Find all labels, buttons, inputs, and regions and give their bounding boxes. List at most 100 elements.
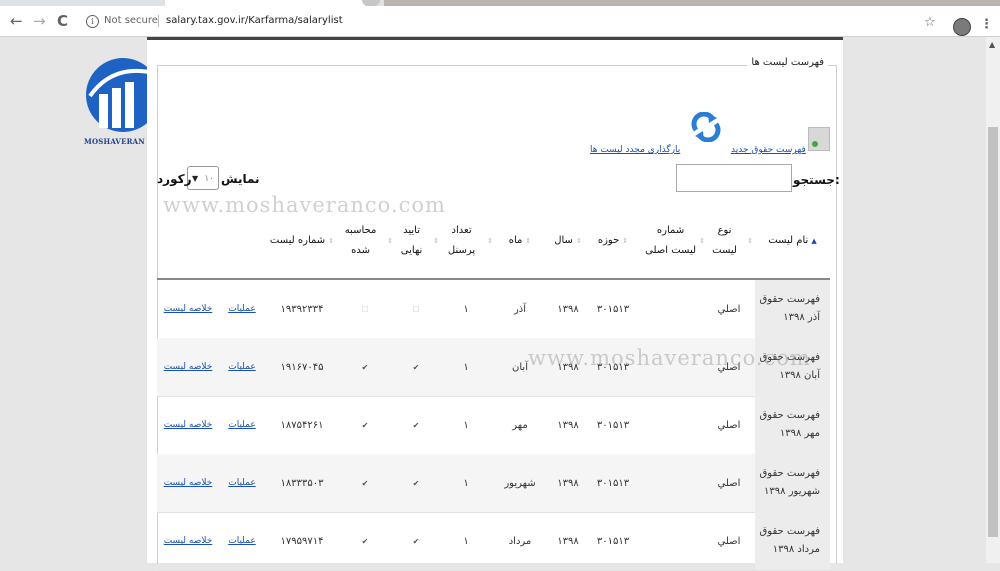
- cell-list-type: اصلي: [717, 419, 741, 431]
- info-icon[interactable]: i: [86, 15, 99, 28]
- cell-personnel: ۱: [463, 361, 469, 373]
- new-list-link[interactable]: فهرست حقوق جدید: [731, 145, 806, 155]
- sort-icon: ⇕: [747, 237, 753, 245]
- final-approval-checkbox: ✔: [393, 396, 439, 454]
- reload-button[interactable]: C: [57, 11, 68, 31]
- sort-icon: ⇕: [487, 237, 493, 245]
- profile-avatar[interactable]: [953, 18, 971, 36]
- operations-link[interactable]: عملیات: [219, 454, 265, 512]
- header-final-approval[interactable]: تایید نهایی ⇕: [393, 204, 439, 278]
- operations-link[interactable]: عملیات: [219, 338, 265, 396]
- cell-list-name: فهرست حقوق مرداد ۱۳۹۸: [755, 512, 830, 570]
- summary-link[interactable]: خلاصه لیست: [157, 338, 219, 396]
- header-zone[interactable]: حوزه ⇕: [589, 204, 637, 278]
- address-bar[interactable]: i Not secure salary.tax.gov.ir/Karfarma/…: [82, 9, 942, 33]
- page-size-value: ۱۰: [204, 174, 214, 184]
- cell-personnel: ۱: [463, 419, 469, 431]
- scroll-thumb[interactable]: [988, 127, 998, 537]
- header-list-number[interactable]: شماره لیست ⇕: [267, 204, 337, 278]
- cell-list-number: ۱۹۱۶۷۰۴۵: [280, 361, 324, 373]
- cell-list-name: فهرست حقوق شهریور ۱۳۹۸: [755, 454, 830, 512]
- fieldset-legend: فهرست لیست ها: [747, 57, 828, 68]
- top-divider: [147, 37, 843, 40]
- show-label: نمایش: [221, 172, 260, 186]
- summary-link[interactable]: خلاصه لیست: [157, 280, 219, 338]
- header-list-name[interactable]: نام لیست ▲: [755, 204, 830, 278]
- final-approval-checkbox: ✔: [393, 512, 439, 570]
- table-row: فهرست حقوق شهریور ۱۳۹۸ اصلي ۳۰۱۵۱۳ ۱۳۹۸ …: [157, 454, 830, 513]
- cell-zone: ۳۰۱۵۱۳: [596, 477, 630, 489]
- final-approval-checkbox: ✔: [393, 454, 439, 512]
- cell-month: شهریور: [504, 477, 536, 489]
- security-label: Not secure: [104, 15, 158, 26]
- checkmark-icon: ✔: [412, 536, 420, 546]
- cell-list-name: فهرست حقوق مهر ۱۳۹۸: [755, 396, 830, 454]
- url-text[interactable]: salary.tax.gov.ir/Karfarma/salarylist: [166, 9, 343, 33]
- operations-link[interactable]: عملیات: [219, 280, 265, 338]
- sort-icon: ⇕: [699, 237, 705, 245]
- header-main-list-no[interactable]: شماره لیست اصلی ⇕: [645, 204, 705, 278]
- computed-checkbox: ✔: [337, 396, 393, 454]
- summary-link-text[interactable]: خلاصه لیست: [164, 420, 213, 430]
- header-year[interactable]: سال ⇕: [547, 204, 589, 278]
- sort-icon: ⇕: [387, 237, 393, 245]
- header-label: تایید نهایی: [400, 225, 423, 256]
- sort-asc-icon: ▲: [811, 237, 817, 245]
- final-approval-checkbox: ✔: [393, 338, 439, 396]
- summary-link[interactable]: خلاصه لیست: [157, 396, 219, 454]
- header-computed[interactable]: محاسبه شده ⇕: [337, 204, 393, 278]
- cell-list-type: اصلي: [717, 535, 741, 547]
- header-month[interactable]: ماه ⇕: [495, 204, 545, 278]
- reload-lists-link[interactable]: بارگذاری مجدد لیست ها: [590, 145, 680, 155]
- operations-link[interactable]: عملیات: [219, 512, 265, 570]
- header-list-type[interactable]: نوع لیست ⇕: [705, 204, 753, 278]
- cell-month: آذر: [513, 303, 527, 315]
- new-list-icon[interactable]: [808, 127, 830, 151]
- header-label: سال: [554, 235, 573, 246]
- sort-icon: ⇕: [575, 237, 582, 245]
- summary-link-text[interactable]: خلاصه لیست: [164, 304, 213, 314]
- header-personnel[interactable]: تعداد پرسنل ⇕: [439, 204, 493, 278]
- summary-link-text[interactable]: خلاصه لیست: [164, 362, 213, 372]
- bookmark-star-icon[interactable]: ☆: [924, 15, 936, 30]
- summary-link[interactable]: خلاصه لیست: [157, 454, 219, 512]
- scroll-up-icon[interactable]: ▲: [989, 40, 995, 49]
- summary-link[interactable]: خلاصه لیست: [157, 512, 219, 570]
- records-label: رکورد: [157, 172, 192, 186]
- checkbox-icon: ☐: [361, 304, 369, 314]
- refresh-icon[interactable]: [690, 112, 722, 142]
- table-row: فهرست حقوق مهر ۱۳۹۸ اصلي ۳۰۱۵۱۳ ۱۳۹۸ مهر…: [157, 396, 830, 455]
- checkmark-icon: ✔: [361, 362, 369, 372]
- header-label: شماره لیست اصلی: [645, 225, 697, 256]
- summary-link-text[interactable]: خلاصه لیست: [164, 536, 213, 546]
- sort-icon: ⇕: [328, 237, 335, 245]
- page-scrollbar[interactable]: ▲: [986, 37, 1000, 563]
- cell-list-type: اصلي: [717, 303, 741, 315]
- browser-menu-icon[interactable]: ⋮: [980, 17, 993, 32]
- computed-checkbox: ✔: [337, 454, 393, 512]
- cell-list-name: فهرست حقوق آذر ۱۳۹۸: [755, 280, 830, 338]
- operations-link-text[interactable]: عملیات: [228, 362, 255, 372]
- header-label: تعداد پرسنل: [447, 225, 476, 256]
- checkmark-icon: ✔: [412, 478, 420, 488]
- checkmark-icon: ✔: [361, 478, 369, 488]
- forward-button[interactable]: →: [33, 11, 46, 31]
- sort-icon: ⇕: [525, 237, 532, 245]
- cell-list-number: ۱۷۹۵۹۷۱۴: [280, 535, 324, 547]
- summary-link-text[interactable]: خلاصه لیست: [164, 478, 213, 488]
- back-button[interactable]: ←: [10, 11, 23, 31]
- checkmark-icon: ✔: [412, 420, 420, 430]
- operations-link-text[interactable]: عملیات: [228, 420, 255, 430]
- operations-link-text[interactable]: عملیات: [228, 304, 255, 314]
- operations-link-text[interactable]: عملیات: [228, 478, 255, 488]
- sort-icon: ⇕: [622, 237, 629, 245]
- cell-zone: ۳۰۱۵۱۳: [596, 419, 630, 431]
- cell-list-number: ۱۸۷۵۴۲۶۱: [280, 419, 324, 431]
- operations-link[interactable]: عملیات: [219, 396, 265, 454]
- operations-link-text[interactable]: عملیات: [228, 536, 255, 546]
- cell-zone: ۳۰۱۵۱۳: [596, 535, 630, 547]
- cell-personnel: ۱: [463, 303, 469, 315]
- search-input[interactable]: [676, 164, 792, 192]
- page-size-select[interactable]: ▼ ۱۰: [187, 166, 219, 190]
- table-row: فهرست حقوق مرداد ۱۳۹۸ اصلي ۳۰۱۵۱۳ ۱۳۹۸ م…: [157, 512, 830, 571]
